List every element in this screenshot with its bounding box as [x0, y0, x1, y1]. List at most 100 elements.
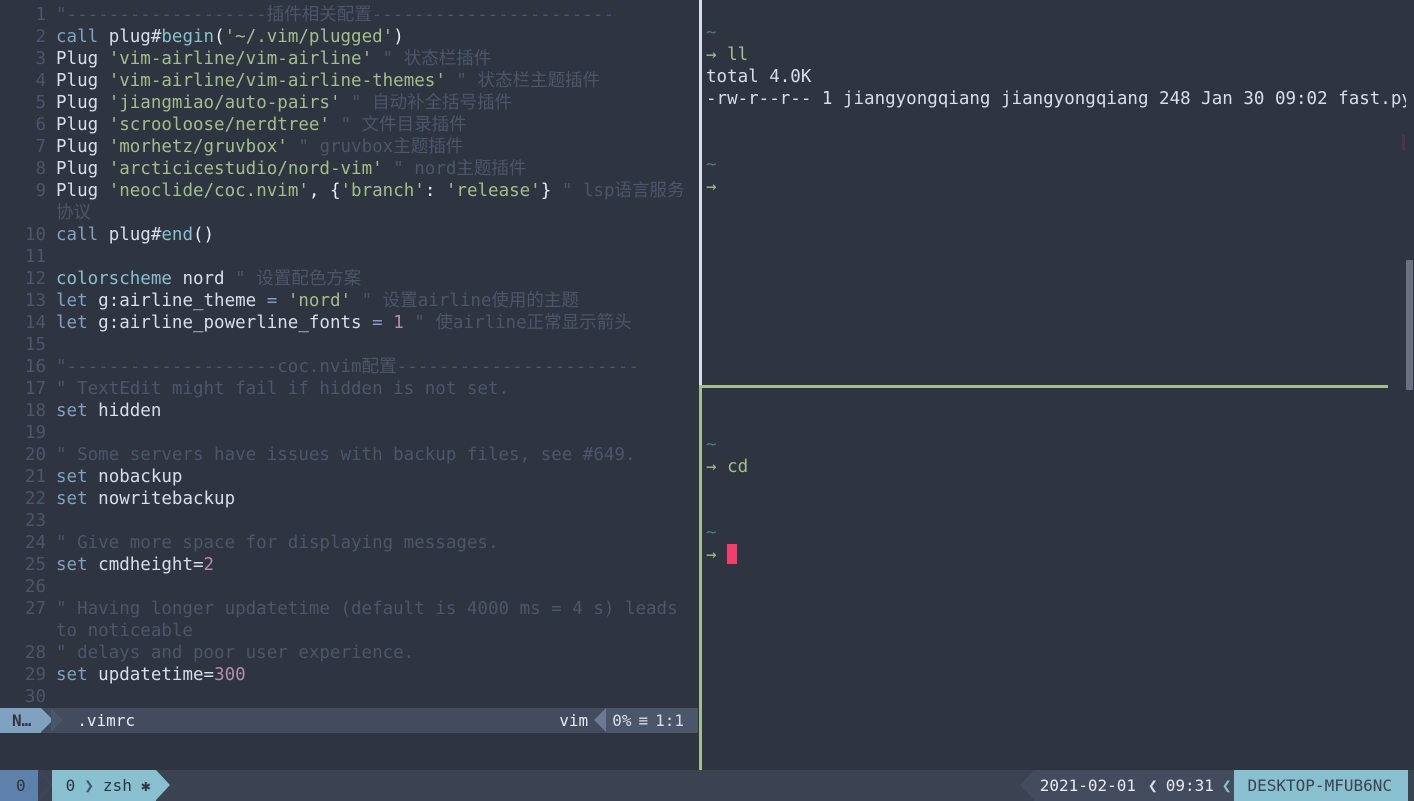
tmux-status-right: 2021-02-01 ❮ 09:31 ❮ DESKTOP-MFUB6NC: [1019, 770, 1408, 801]
vim-token: [256, 291, 267, 311]
vim-line-number: 2: [35, 27, 46, 47]
vim-line-text: set nobackup: [56, 466, 698, 488]
vim-line-number: 19: [24, 423, 46, 443]
vim-line-number: 29: [24, 665, 46, 685]
vim-token: [330, 115, 341, 135]
vim-token: [288, 137, 299, 157]
vim-token: [362, 313, 373, 333]
vim-token: colorscheme: [56, 269, 172, 289]
vim-line: 22 set nowritebackup: [0, 488, 698, 510]
vim-line-number: 4: [35, 71, 46, 91]
vim-token: (: [214, 27, 225, 47]
vim-token: Plug: [56, 49, 99, 69]
vim-token: " delays and poor user experience.: [56, 643, 415, 663]
vim-token: [88, 665, 99, 685]
vim-line-number: 11: [24, 247, 46, 267]
vim-line: 25 set cmdheight=2: [0, 554, 698, 576]
vim-buffer[interactable]: 1 "-------------------插件相关配置-------------…: [0, 4, 698, 704]
vim-token: " 自动补全括号插件: [351, 93, 513, 113]
vim-token: [88, 489, 99, 509]
terminal-pane-top[interactable]: ~ → ll total 4.0K -rw-r--r-- 1 jiangyongqia…: [706, 0, 1406, 383]
airline-filename: .vimrc: [63, 708, 551, 733]
scrollbar-thumb[interactable]: [1406, 260, 1413, 390]
vim-line-number: 7: [35, 137, 46, 157]
tmux-time: 09:31: [1165, 770, 1222, 801]
vim-line-text: " Give more space for displaying message…: [56, 532, 698, 554]
vim-line: 6 Plug 'scrooloose/nerdtree' " 文件目录插件: [0, 114, 698, 136]
vim-token: Plug: [56, 181, 99, 201]
vim-line: 7 Plug 'morhetz/gruvbox' " gruvbox主题插件: [0, 136, 698, 158]
vim-token: set: [56, 401, 88, 421]
vim-line: 19: [0, 422, 698, 444]
vim-line: 13 let g:airline_theme = 'nord' " 设置airli…: [0, 290, 698, 312]
terminal-pane-bottom[interactable]: ~ → cd ~ →: [706, 390, 1406, 768]
vim-token: [98, 137, 109, 157]
vim-line-number: 17: [24, 379, 46, 399]
tmux-date-arrow-icon: [1019, 770, 1034, 800]
vim-token: [172, 269, 183, 289]
vim-token: [98, 93, 109, 113]
vim-token: Plug: [56, 71, 99, 91]
airline-right-arrow-icon: [594, 708, 607, 732]
vim-editor-pane[interactable]: 1 "-------------------插件相关配置-------------…: [0, 0, 698, 770]
vim-line-text: " delays and poor user experience.: [56, 642, 698, 664]
vim-line: 20 " Some servers have issues with backup…: [0, 444, 698, 466]
tmux-status-left: 0 0 ❯ zsh ✱: [0, 770, 171, 801]
vim-token: " TextEdit might fail if hidden is not s…: [56, 379, 510, 399]
vim-line-number: 14: [24, 313, 46, 333]
pane-border-vertical-inactive: [699, 0, 702, 385]
scrollbar-track[interactable]: [1405, 0, 1414, 770]
vim-line-text: Plug 'vim-airline/vim-airline' " 状态栏插件: [56, 48, 698, 70]
vim-token: [98, 225, 109, 245]
vim-line: 27 " Having longer updatetime (default is…: [0, 598, 698, 642]
vim-token: 'vim-airline/vim-airline': [108, 49, 373, 69]
vim-line-text: Plug 'neoclide/coc.nvim', {'branch': 're…: [56, 180, 698, 224]
prompt-arrow-icon: →: [706, 545, 728, 565]
vim-token: [98, 49, 109, 69]
tmux-session-id[interactable]: 0: [0, 770, 38, 801]
vim-token: '~/.vim/plugged': [224, 27, 394, 47]
vim-line-number: 22: [24, 489, 46, 509]
chevron-left-host-icon: ❮: [1221, 770, 1234, 801]
vim-token: g:airline_theme: [98, 291, 257, 311]
vim-line-text: Plug 'scrooloose/nerdtree' " 文件目录插件: [56, 114, 698, 136]
vim-token: plug#: [108, 225, 162, 245]
vim-token: =: [266, 291, 278, 311]
vim-line: 26: [0, 576, 698, 598]
vim-line-text: colorscheme nord " 设置配色方案: [56, 268, 698, 290]
vim-token: [98, 115, 109, 135]
vim-token: call: [56, 225, 99, 245]
vim-token: hidden: [98, 401, 162, 421]
vim-token: call: [56, 27, 99, 47]
prompt-arrow-icon: →: [706, 177, 728, 197]
vim-line-number: 1: [35, 5, 46, 25]
vim-token: [88, 467, 99, 487]
vim-line-text: "--------------------coc.nvim配置---------…: [56, 356, 698, 378]
terminal-path-tilde: ~: [706, 23, 717, 43]
terminal-path-tilde: ~: [706, 155, 717, 175]
vim-line: 16 "--------------------coc.nvim配置-------…: [0, 356, 698, 378]
vim-token: [341, 93, 352, 113]
terminal-line: →: [706, 544, 1406, 566]
vim-line-number: 27: [24, 599, 46, 619]
vim-line-number: 15: [24, 335, 46, 355]
vim-token: 'nord': [287, 291, 352, 311]
vim-token: [404, 313, 415, 333]
vim-line-text: Plug 'arcticicestudio/nord-vim' " nord主题…: [56, 158, 698, 180]
vim-token: 1: [393, 313, 404, 333]
terminal-line: →: [706, 176, 1406, 198]
pane-border-horizontal-active: [702, 385, 1388, 388]
chevron-right-icon: ❯: [84, 776, 94, 795]
vim-token: begin: [161, 27, 215, 47]
vim-line-number: 24: [24, 533, 46, 553]
vim-token: set: [56, 665, 88, 685]
tmux-window-0[interactable]: 0 ❯ zsh ✱: [51, 770, 157, 801]
vim-line: 4 Plug 'vim-airline/vim-airline-themes' "…: [0, 70, 698, 92]
vim-token: let: [56, 291, 88, 311]
airline-line-col: 1:1: [655, 711, 684, 730]
vim-line-number: 8: [35, 159, 46, 179]
tmux-window-name: zsh: [102, 776, 132, 795]
vim-token: [88, 401, 99, 421]
